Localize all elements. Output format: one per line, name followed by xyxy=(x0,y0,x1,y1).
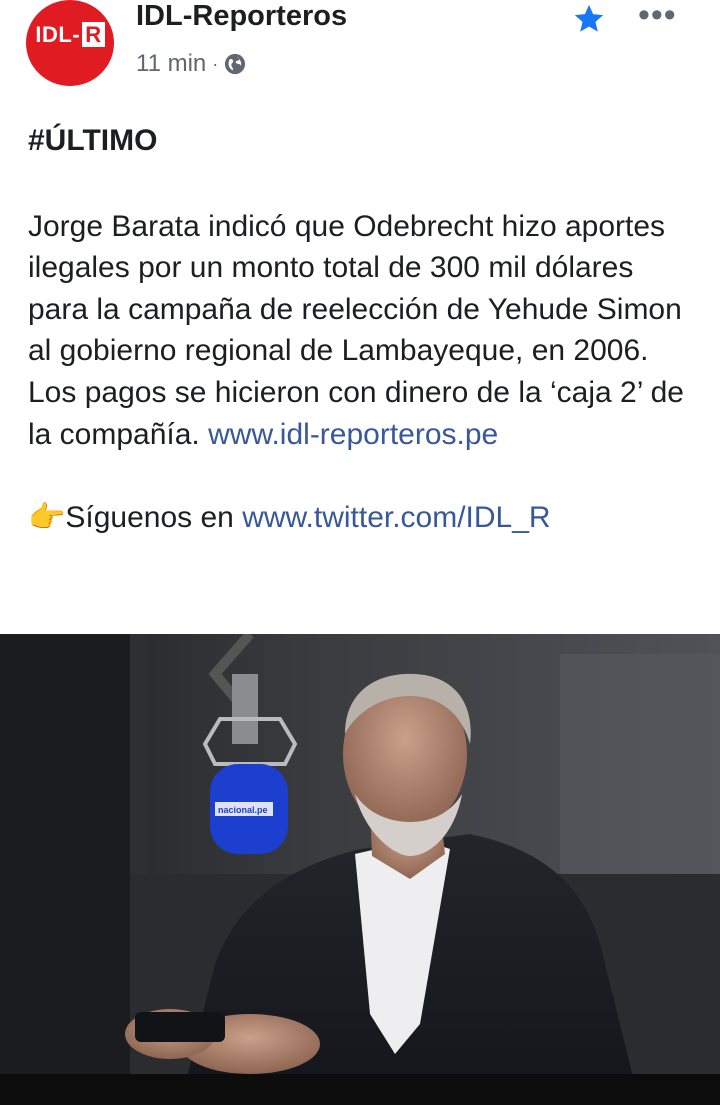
meta-separator: · xyxy=(212,53,219,74)
post-header: IDL- R IDL-Reporteros 11 min · ••• xyxy=(0,0,720,110)
post-meta: 11 min · xyxy=(136,50,246,78)
post-photo[interactable]: nacional.pe xyxy=(0,634,720,1105)
post-body-text: Jorge Barata indicó que Odebrecht hizo a… xyxy=(28,209,684,451)
page-name-link[interactable]: IDL-Reporteros xyxy=(136,0,347,33)
website-link[interactable]: www.idl-reporteros.pe xyxy=(208,418,498,451)
photo-illustration: nacional.pe xyxy=(0,634,720,1105)
mic-label: nacional.pe xyxy=(218,805,268,815)
pointing-hand-emoji: 👉 xyxy=(28,501,66,535)
follow-line: 👉Síguenos en www.twitter.com/IDL_R xyxy=(28,497,698,539)
twitter-link[interactable]: www.twitter.com/IDL_R xyxy=(242,501,550,534)
more-options-icon[interactable]: ••• xyxy=(638,0,677,32)
page-avatar[interactable]: IDL- R xyxy=(26,0,114,86)
hashtag-ultimo[interactable]: #ÚLTIMO xyxy=(28,120,698,162)
globe-icon[interactable] xyxy=(224,53,246,75)
post-timestamp[interactable]: 11 min xyxy=(136,50,206,78)
avatar-logo-text: IDL- R xyxy=(26,22,114,48)
post-paragraph: Jorge Barata indicó que Odebrecht hizo a… xyxy=(28,206,698,456)
post-body: #ÚLTIMO Jorge Barata indicó que Odebrech… xyxy=(28,120,698,539)
star-icon[interactable] xyxy=(572,2,606,36)
follow-text: Síguenos en xyxy=(65,501,234,535)
